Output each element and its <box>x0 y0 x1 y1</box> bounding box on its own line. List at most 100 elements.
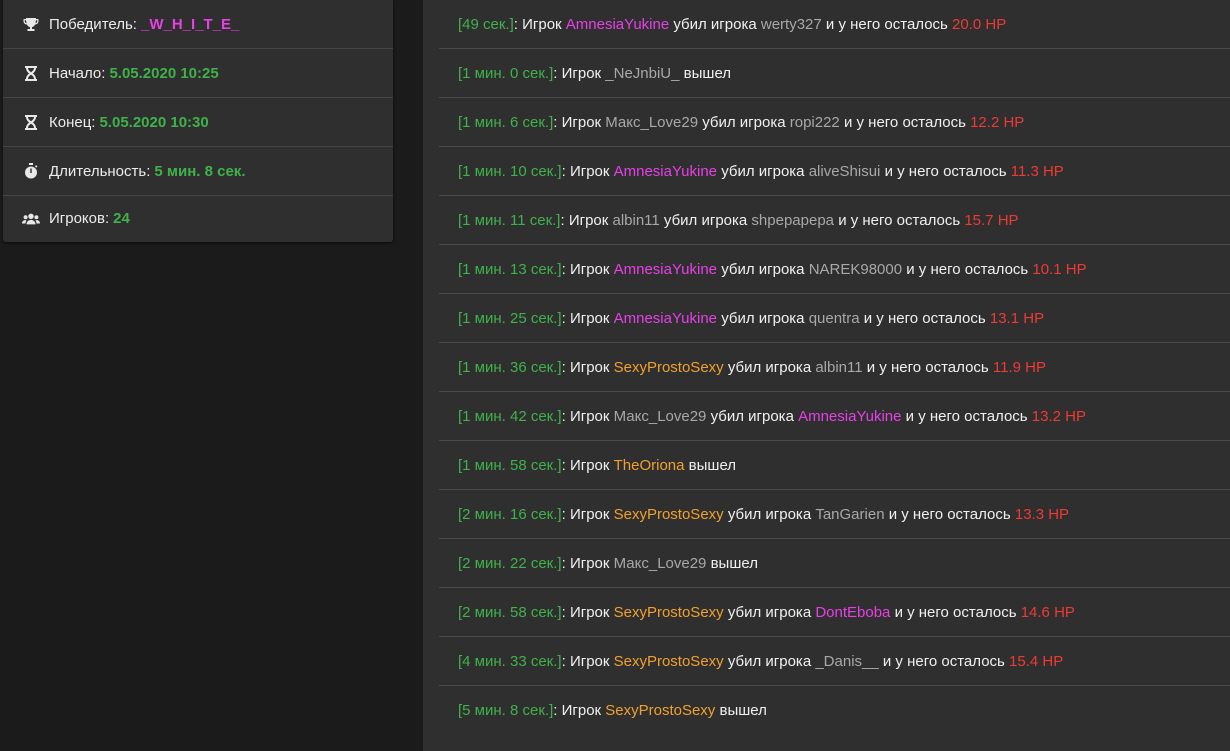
log-actor-name[interactable]: SexyProstoSexy <box>614 359 724 376</box>
log-actor-name[interactable]: AmnesiaYukine <box>614 261 717 278</box>
log-actor-name[interactable]: TheOriona <box>614 457 685 474</box>
log-timestamp: [5 мин. 8 сек.] <box>458 702 554 719</box>
log-word-remaining: и у него осталось <box>825 15 948 33</box>
log-victim-name[interactable]: _Danis__ <box>815 653 878 670</box>
hourglass-icon <box>22 113 40 131</box>
log-victim-name[interactable]: albin11 <box>815 359 862 376</box>
log-victim-name[interactable]: werty327 <box>761 16 822 33</box>
log-hp-value: 10.1 HP <box>1032 260 1087 278</box>
end-label: Конец: <box>49 113 96 131</box>
users-icon <box>22 210 40 228</box>
log-victim-name[interactable]: AmnesiaYukine <box>798 408 901 425</box>
log-victim-name[interactable]: quentra <box>809 310 860 327</box>
log-word-killed: убил игрока <box>727 652 812 670</box>
log-word-remaining: и у него осталось <box>843 113 966 131</box>
log-actor-name[interactable]: albin11 <box>612 212 659 229</box>
log-victim-name[interactable]: DontEboba <box>815 604 890 621</box>
log-word-player: Игрок <box>569 603 610 621</box>
log-timestamp: [4 мин. 33 сек.] <box>458 652 562 670</box>
log-entry: [2 мин. 58 сек.]: Игрок SexyProstoSexy у… <box>439 588 1230 637</box>
log-entry: [4 мин. 33 сек.]: Игрок SexyProstoSexy у… <box>439 637 1230 686</box>
log-victim-name[interactable]: aliveShisui <box>809 163 881 180</box>
log-timestamp: [1 мин. 13 сек.] <box>458 260 562 278</box>
duration-value: 5 мин. 8 сек. <box>154 162 246 180</box>
log-entry: [1 мин. 6 сек.]: Игрок Макс_Love29 убил … <box>439 98 1230 147</box>
log-hp-value: 13.2 HP <box>1031 407 1086 425</box>
log-timestamp: [1 мин. 0 сек.] <box>458 64 554 82</box>
log-word-left: вышел <box>710 554 758 572</box>
trophy-icon <box>22 15 40 33</box>
log-actor-name[interactable]: SexyProstoSexy <box>614 604 724 621</box>
log-timestamp: [1 мин. 58 сек.] <box>458 456 562 474</box>
log-word-player: Игрок <box>569 554 610 572</box>
winner-row: Победитель: _W_H_I_T_E_ <box>3 0 393 49</box>
log-timestamp: [1 мин. 25 сек.] <box>458 309 562 327</box>
log-victim-name[interactable]: TanGarien <box>815 506 884 523</box>
log-entry: [49 сек.]: Игрок AmnesiaYukine убил игро… <box>439 0 1230 49</box>
log-word-left: вышел <box>719 702 767 719</box>
log-timestamp: [2 мин. 22 сек.] <box>458 554 562 572</box>
log-word-remaining: и у него осталось <box>863 309 986 327</box>
log-word-killed: убил игрока <box>727 505 812 523</box>
log-word-remaining: и у него осталось <box>888 505 1011 523</box>
log-hp-value: 12.2 HP <box>970 113 1025 131</box>
log-actor-name[interactable]: Макс_Love29 <box>614 408 707 425</box>
log-word-killed: убил игрока <box>702 113 786 131</box>
log-word-player: Игрок <box>561 702 602 719</box>
log-entry: [1 мин. 58 сек.]: Игрок TheOriona вышел <box>439 441 1230 490</box>
log-entry: [1 мин. 10 сек.]: Игрок AmnesiaYukine уб… <box>439 147 1230 196</box>
start-row: Начало: 5.05.2020 10:25 <box>3 49 393 98</box>
log-timestamp: [2 мин. 16 сек.] <box>458 505 562 523</box>
log-word-player: Игрок <box>569 505 610 523</box>
log-entry: [1 мин. 0 сек.]: Игрок _NeJnbiU_ вышел <box>439 49 1230 98</box>
log-word-remaining: и у него осталось <box>906 260 1029 278</box>
log-hp-value: 20.0 HP <box>952 15 1007 33</box>
log-actor-name[interactable]: AmnesiaYukine <box>614 163 717 180</box>
hourglass-icon <box>22 64 40 82</box>
log-actor-name[interactable]: SexyProstoSexy <box>614 506 724 523</box>
log-word-player: Игрок <box>522 15 562 33</box>
log-word-killed: убил игрока <box>727 358 812 376</box>
log-word-player: Игрок <box>569 652 610 670</box>
log-actor-name[interactable]: Макс_Love29 <box>605 114 698 131</box>
log-victim-name[interactable]: NAREK98000 <box>809 261 902 278</box>
log-hp-value: 11.3 HP <box>1010 162 1064 180</box>
log-entry: [1 мин. 11 сек.]: Игрок albin11 убил игр… <box>439 196 1230 245</box>
log-timestamp: [2 мин. 58 сек.] <box>458 603 562 621</box>
start-value: 5.05.2020 10:25 <box>109 64 219 82</box>
log-victim-name[interactable]: ropi222 <box>790 114 840 131</box>
log-timestamp: [1 мин. 42 сек.] <box>458 407 562 425</box>
log-timestamp: [1 мин. 11 сек.] <box>458 211 561 229</box>
log-timestamp: [1 мин. 10 сек.] <box>458 162 562 180</box>
log-hp-value: 11.9 HP <box>992 358 1046 376</box>
log-victim-name[interactable]: shpepapepa <box>751 212 834 229</box>
log-word-player: Игрок <box>561 64 602 82</box>
log-word-remaining: и у него осталось <box>882 652 1005 670</box>
event-log-list: [49 сек.]: Игрок AmnesiaYukine убил игро… <box>439 0 1230 735</box>
start-label: Начало: <box>49 64 106 82</box>
winner-value[interactable]: _W_H_I_T_E_ <box>141 16 239 33</box>
log-hp-value: 15.7 HP <box>964 211 1019 229</box>
players-label: Игроков: <box>49 210 110 227</box>
log-actor-name[interactable]: AmnesiaYukine <box>614 310 717 327</box>
log-word-remaining: и у него осталось <box>866 358 989 376</box>
log-word-player: Игрок <box>561 113 602 131</box>
event-log-panel: [49 сек.]: Игрок AmnesiaYukine убил игро… <box>423 0 1230 751</box>
log-entry: [1 мин. 36 сек.]: Игрок SexyProstoSexy у… <box>439 343 1230 392</box>
log-actor-name[interactable]: _NeJnbiU_ <box>605 65 679 82</box>
log-actor-name[interactable]: SexyProstoSexy <box>614 653 724 670</box>
end-value: 5.05.2020 10:30 <box>99 113 209 131</box>
log-actor-name[interactable]: Макс_Love29 <box>614 555 707 572</box>
log-actor-name[interactable]: AmnesiaYukine <box>566 16 669 33</box>
log-entry: [2 мин. 22 сек.]: Игрок Макс_Love29 выше… <box>439 539 1230 588</box>
log-entry: [2 мин. 16 сек.]: Игрок SexyProstoSexy у… <box>439 490 1230 539</box>
winner-label: Победитель: <box>49 15 137 33</box>
stopwatch-icon <box>22 162 40 180</box>
log-entry: [1 мин. 42 сек.]: Игрок Макс_Love29 убил… <box>439 392 1230 441</box>
log-hp-value: 14.6 HP <box>1020 603 1075 621</box>
log-hp-value: 13.3 HP <box>1014 505 1070 523</box>
log-entry: [5 мин. 8 сек.]: Игрок SexyProstoSexy вы… <box>458 702 767 719</box>
log-timestamp: [49 сек.] <box>458 15 514 33</box>
log-timestamp: [1 мин. 6 сек.] <box>458 113 554 131</box>
log-actor-name[interactable]: SexyProstoSexy <box>605 702 715 719</box>
